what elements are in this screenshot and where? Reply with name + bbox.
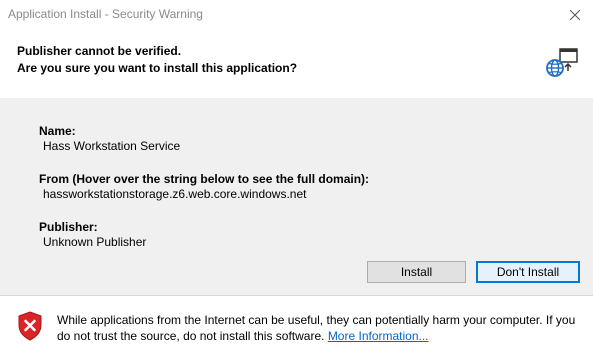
shield-error-icon xyxy=(18,311,42,341)
security-warning-dialog: Application Install - Security Warning P… xyxy=(0,0,593,360)
warning-header: Publisher cannot be verified. Are you su… xyxy=(0,31,593,98)
name-value: Hass Workstation Service xyxy=(43,139,181,153)
install-button[interactable]: Install xyxy=(367,261,466,283)
warning-message: While applications from the Internet can… xyxy=(57,312,577,344)
header-line-1: Publisher cannot be verified. xyxy=(17,44,182,58)
warning-text: While applications from the Internet can… xyxy=(57,313,576,343)
network-app-icon xyxy=(546,48,578,77)
more-information-link[interactable]: More Information... xyxy=(328,329,429,343)
warning-footer: While applications from the Internet can… xyxy=(0,296,593,360)
from-value[interactable]: hassworkstationstorage.z6.web.core.windo… xyxy=(43,187,306,201)
header-line-2: Are you sure you want to install this ap… xyxy=(17,61,298,75)
from-label: From (Hover over the string below to see… xyxy=(39,172,370,186)
details-panel: Name: Hass Workstation Service From (Hov… xyxy=(0,98,593,295)
close-icon xyxy=(570,10,580,20)
title-bar: Application Install - Security Warning xyxy=(0,0,593,31)
window-title: Application Install - Security Warning xyxy=(8,7,203,21)
publisher-label: Publisher: xyxy=(39,220,98,234)
publisher-value: Unknown Publisher xyxy=(43,235,147,249)
dont-install-button[interactable]: Don't Install xyxy=(476,261,580,283)
close-button[interactable] xyxy=(557,0,593,31)
name-label: Name: xyxy=(39,124,76,138)
